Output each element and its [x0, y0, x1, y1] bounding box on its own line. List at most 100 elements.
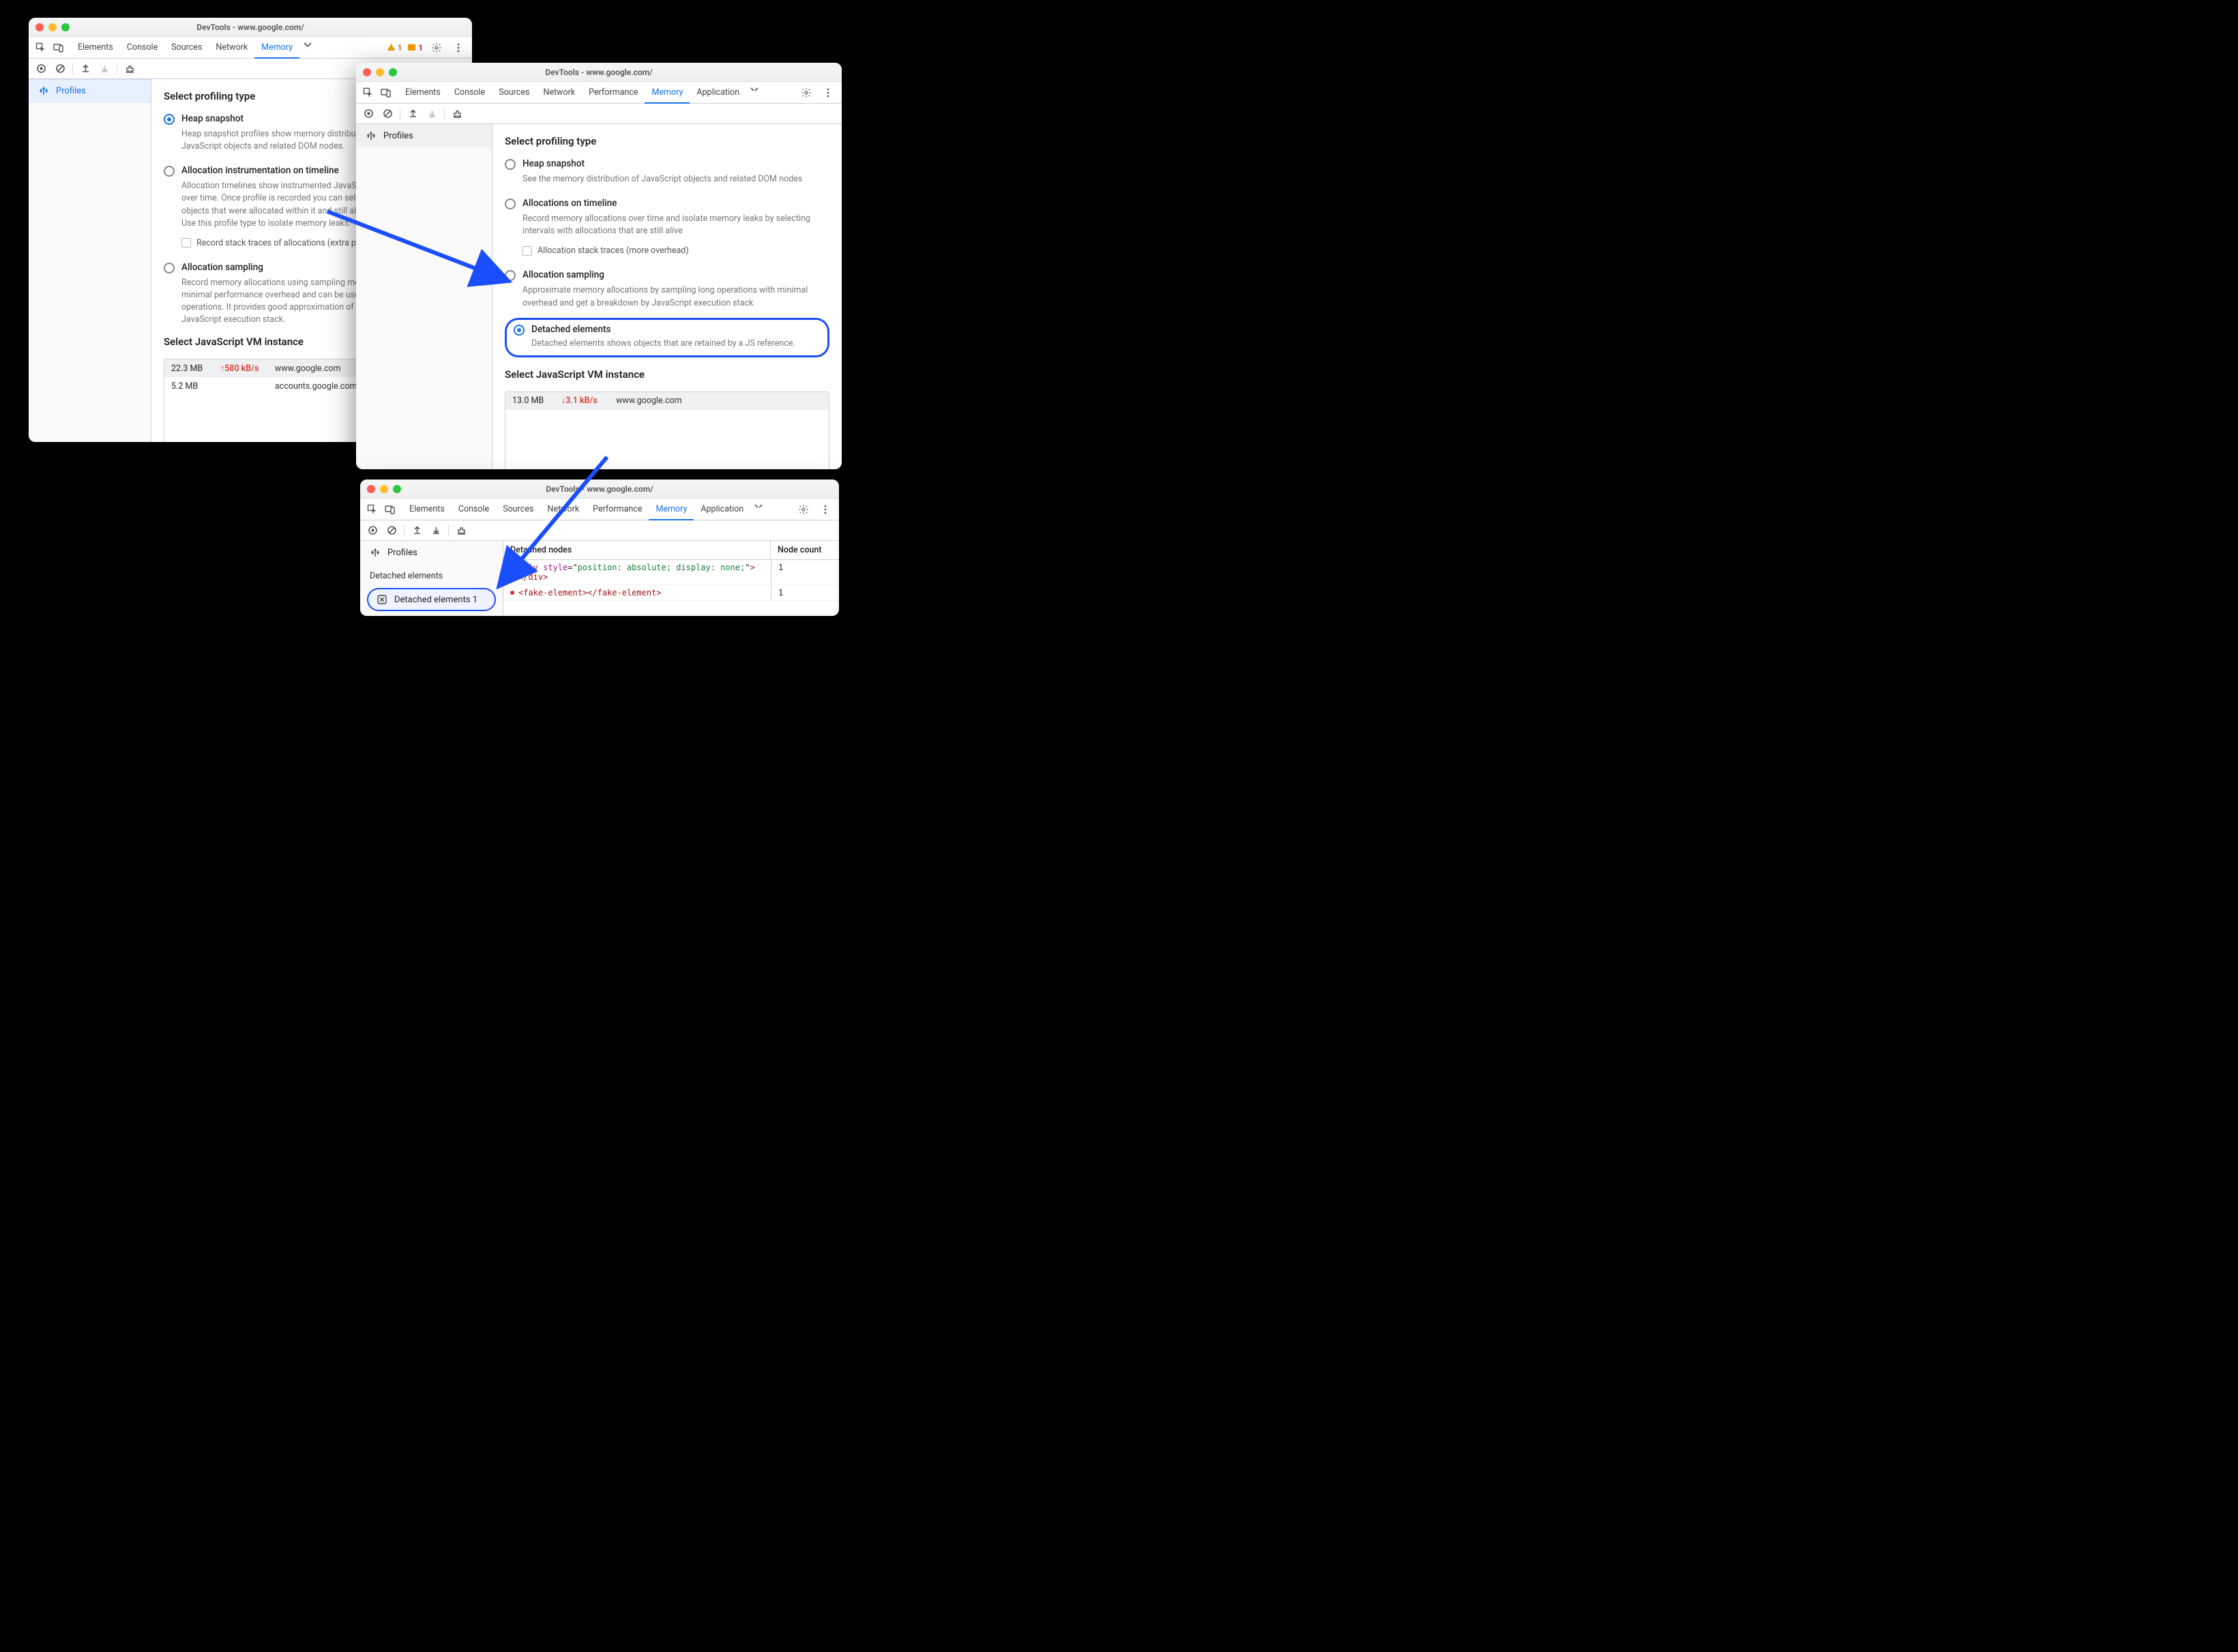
vm-size: 5.2 MB [171, 381, 220, 392]
upload-icon[interactable] [404, 106, 421, 122]
tab-memory[interactable]: Memory [254, 37, 299, 59]
window-close-icon[interactable] [363, 68, 371, 76]
record-icon[interactable] [33, 61, 49, 77]
tab-sources[interactable]: Sources [496, 499, 540, 520]
titlebar: DevTools - www.google.com/ [356, 63, 842, 82]
tab-console[interactable]: Console [452, 499, 496, 520]
more-icon[interactable] [817, 501, 834, 518]
more-icon[interactable] [820, 85, 836, 101]
tab-memory[interactable]: Memory [645, 82, 690, 104]
window-minimize-icon[interactable] [380, 485, 388, 493]
option-desc: Approximate memory allocations by sampli… [522, 284, 829, 309]
warning-count: 1 [398, 43, 402, 53]
warning-counter[interactable]: 1 [387, 43, 402, 53]
sidebar: Profiles Detached elements Detached elem… [360, 541, 503, 616]
clear-icon[interactable] [379, 106, 396, 122]
vm-row[interactable]: 13.0 MB ↓3.1 kB/s www.google.com [505, 392, 829, 410]
clear-icon[interactable] [52, 61, 68, 77]
col-node-count[interactable]: Node count [771, 541, 839, 559]
tab-performance[interactable]: Performance [582, 82, 645, 104]
record-icon[interactable] [364, 522, 381, 539]
tab-console[interactable]: Console [120, 37, 164, 59]
radio-icon [164, 166, 175, 177]
tab-network[interactable]: Network [540, 499, 586, 520]
tab-application[interactable]: Application [690, 82, 746, 104]
upload-icon[interactable] [409, 522, 425, 539]
sidebar: Profiles [29, 79, 151, 442]
result-row[interactable]: <fake-element></fake-element> 1 [503, 585, 839, 601]
tab-application[interactable]: Application [694, 499, 750, 520]
option-label: Allocations on timeline [522, 198, 617, 209]
tab-network[interactable]: Network [209, 37, 254, 59]
record-icon[interactable] [360, 106, 377, 122]
more-tabs-icon[interactable] [750, 499, 767, 515]
checkbox-label: Allocation stack traces (more overhead) [538, 246, 689, 256]
tab-strip: Elements Console Sources Network Memory … [29, 37, 472, 59]
sidebar-item-profiles[interactable]: Profiles [360, 541, 503, 564]
option-desc: Record memory allocations over time and … [522, 213, 829, 237]
tab-sources[interactable]: Sources [164, 37, 209, 59]
settings-icon[interactable] [798, 85, 814, 101]
devtools-window-3: DevTools - www.google.com/ Elements Cons… [360, 480, 839, 616]
download-icon[interactable] [96, 61, 113, 77]
window-maximize-icon[interactable] [393, 485, 401, 493]
sidebar-item-label: Profiles [383, 131, 413, 141]
gc-icon[interactable] [453, 522, 469, 539]
window-maximize-icon[interactable] [61, 23, 70, 31]
bullet-icon [510, 591, 514, 595]
tab-sources[interactable]: Sources [492, 82, 536, 104]
tab-performance[interactable]: Performance [586, 499, 649, 520]
sidebar-item-profiles[interactable]: Profiles [29, 79, 151, 102]
inspect-icon[interactable] [33, 40, 49, 56]
window-close-icon[interactable] [35, 23, 44, 31]
col-detached-nodes[interactable]: Detached nodes [503, 541, 771, 559]
more-icon[interactable] [450, 40, 467, 56]
tab-network[interactable]: Network [536, 82, 582, 104]
tab-memory[interactable]: Memory [649, 499, 694, 520]
option-detached-elements[interactable]: Detached elements [514, 324, 821, 336]
more-tabs-icon[interactable] [746, 82, 763, 98]
sidebar-item-profiles[interactable]: Profiles [356, 124, 492, 147]
titlebar: DevTools - www.google.com/ [29, 18, 472, 37]
inspect-icon[interactable] [360, 85, 377, 101]
settings-icon[interactable] [795, 501, 812, 518]
option-heap-snapshot[interactable]: Heap snapshot [505, 158, 829, 170]
window-maximize-icon[interactable] [389, 68, 397, 76]
run-label: Detached elements 1 [394, 595, 477, 605]
gc-icon[interactable] [121, 61, 138, 77]
option-allocation-sampling[interactable]: Allocation sampling [505, 269, 829, 281]
tab-console[interactable]: Console [447, 82, 492, 104]
device-icon[interactable] [382, 501, 398, 518]
sidebar-run-detached-elements-1[interactable]: Detached elements 1 [367, 588, 496, 611]
tab-elements[interactable]: Elements [402, 499, 452, 520]
issue-counter[interactable]: 1 [407, 43, 423, 53]
result-row[interactable]: <div style="position: absolute; display:… [503, 560, 839, 585]
vm-rate: 3.1 kB/s [565, 396, 598, 406]
clear-icon[interactable] [383, 522, 400, 539]
window-minimize-icon[interactable] [48, 23, 57, 31]
radio-icon [505, 159, 516, 170]
inspect-icon[interactable] [364, 501, 381, 518]
window-minimize-icon[interactable] [376, 68, 384, 76]
tab-elements[interactable]: Elements [398, 82, 447, 104]
window-close-icon[interactable] [367, 485, 375, 493]
tab-strip: Elements Console Sources Network Perform… [360, 499, 839, 520]
gc-icon[interactable] [449, 106, 465, 122]
option-detached-elements-highlight: Detached elements Detached elements show… [505, 318, 829, 357]
option-label: Heap snapshot [181, 113, 244, 124]
option-sub-checkbox[interactable]: Allocation stack traces (more overhead) [522, 246, 829, 256]
device-icon[interactable] [378, 85, 394, 101]
upload-icon[interactable] [77, 61, 93, 77]
device-icon[interactable] [50, 40, 67, 56]
devtools-window-2: DevTools - www.google.com/ Elements Cons… [356, 63, 842, 469]
window-title: DevTools - www.google.com/ [29, 23, 472, 32]
more-tabs-icon[interactable] [299, 37, 316, 53]
download-icon[interactable] [428, 522, 444, 539]
settings-icon[interactable] [428, 40, 445, 56]
html-snippet: <fake-element></fake-element> [518, 588, 662, 598]
download-icon[interactable] [424, 106, 440, 122]
tab-elements[interactable]: Elements [71, 37, 120, 59]
section-title: Select profiling type [505, 135, 829, 147]
option-allocations-timeline[interactable]: Allocations on timeline [505, 198, 829, 209]
radio-icon [505, 198, 516, 209]
